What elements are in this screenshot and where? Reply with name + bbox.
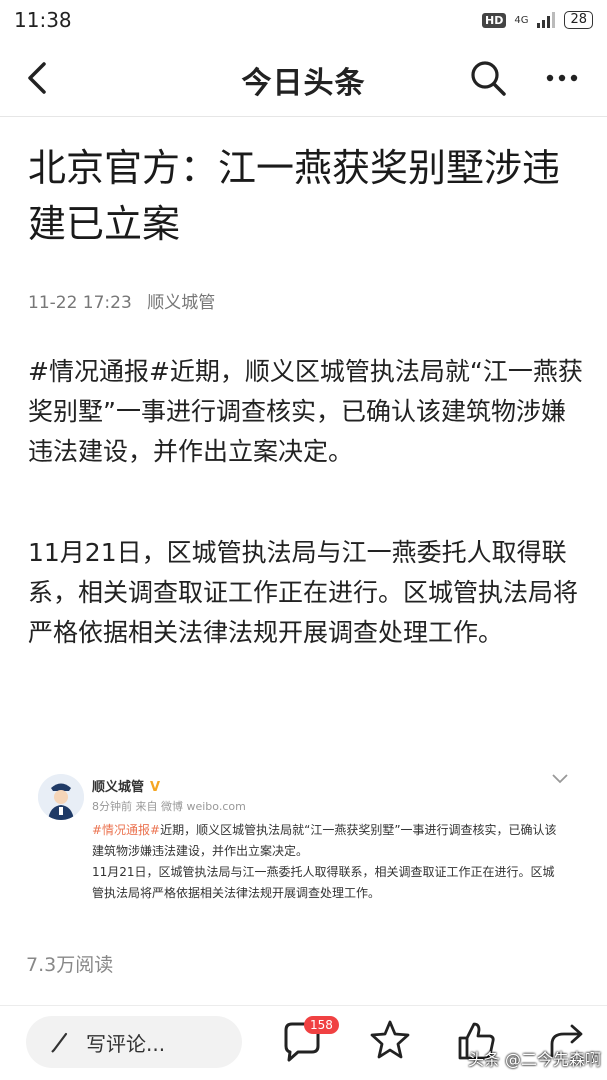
embed-hashtag: #情况通报# [92,823,161,837]
article-meta: 11-22 17:23 顺义城管 [28,288,215,313]
network-label: 4G [514,14,529,26]
chevron-down-icon [552,774,568,784]
embed-time-source: 8分钟前 来自 微博 weibo.com [92,800,246,813]
battery-icon: 28 [564,11,593,29]
hd-icon: HD [481,12,507,28]
weibo-embed: 顺义城管 V 8分钟前 来自 微博 weibo.com #情况通报#近期，顺义区城… [30,760,580,920]
navigation-bar: 今日头条 [0,42,607,117]
verified-icon: V [150,780,161,795]
article-author[interactable]: 顺义城管 [147,293,215,313]
article-paragraph: #情况通报#近期，顺义区城管执法局就“江一燕获奖别墅”一事进行调查核实，已确认该… [28,357,583,466]
comment-input[interactable]: 写评论... [26,1016,242,1068]
status-icons: HD 4G 28 [481,10,593,30]
watermark-text: 头条 @二今先森啊 [467,1050,601,1069]
comment-count-badge: 158 [304,1016,339,1034]
embed-text-1: 近期，顺义区城管执法局就“江一燕获奖别墅”一事进行调查核实，已确认该建筑物涉嫌违… [92,823,557,858]
search-icon[interactable] [466,56,510,100]
status-time: 11:38 [14,8,72,32]
bottom-toolbar: 写评论... 158 头条 @二今先森啊 [0,1006,607,1080]
more-icon[interactable] [540,56,584,100]
star-icon[interactable] [368,1018,412,1062]
avatar [38,774,84,820]
embed-account-label: 顺义城管 [92,780,145,795]
article-paragraph: 11月21日，区城管执法局与江一燕委托人取得联系，相关调查取证工作正在进行。区城… [28,538,579,647]
status-bar: 11:38 HD 4G 28 [0,0,607,42]
police-avatar-icon [38,774,84,820]
article-date: 11-22 17:23 [28,293,132,313]
article-title: 北京官方：江一燕获奖别墅涉违建已立案 [28,146,561,246]
pencil-icon [51,1032,68,1053]
app-title: 今日头条 [241,66,366,101]
embed-account-name: 顺义城管 V [92,776,160,795]
comment-placeholder: 写评论... [86,1031,166,1056]
read-count: 7.3万阅读 [26,954,114,976]
signal-icon [537,12,556,28]
embed-text: #情况通报#近期，顺义区城管执法局就“江一燕获奖别墅”一事进行调查核实，已确认该… [92,820,562,904]
embed-text-2: 11月21日，区城管执法局与江一燕委托人取得联系，相关调查取证工作正在进行。区城… [92,865,555,900]
